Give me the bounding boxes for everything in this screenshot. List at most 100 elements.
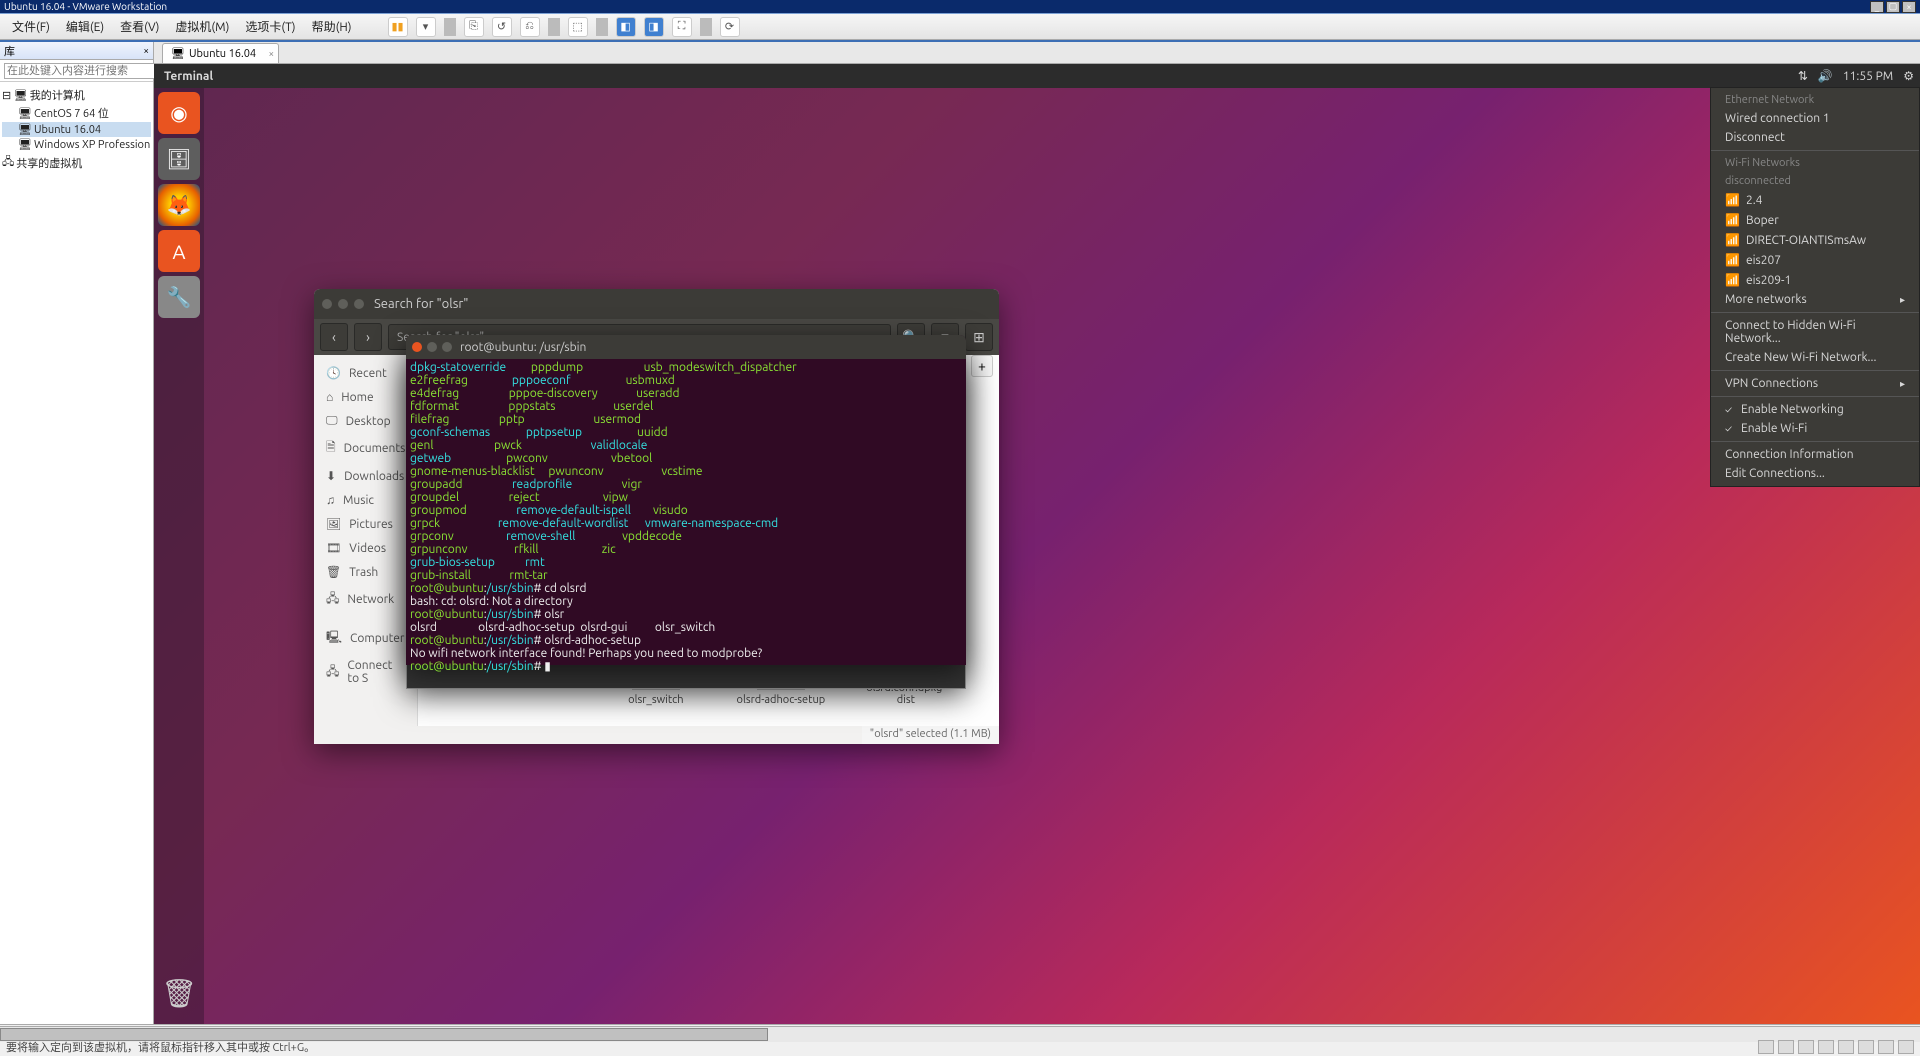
tree-shared[interactable]: 🖧 共享的虚拟机	[2, 152, 151, 173]
window-min-icon[interactable]	[338, 299, 348, 309]
vm-tab[interactable]: 🖥 Ubuntu 16.04×	[162, 43, 279, 63]
music-icon: ♫	[326, 493, 335, 507]
grid-view-icon[interactable]: ⊞	[965, 323, 993, 351]
library-search-input[interactable]	[4, 63, 171, 79]
fit-icon[interactable]: ◧	[616, 17, 636, 37]
menu-file[interactable]: 文件(F)	[6, 16, 56, 37]
desktop-icon: 🖵	[326, 414, 338, 428]
nm-enable-wifi[interactable]: ✓Enable Wi-Fi	[1711, 419, 1919, 438]
sidebar-trash[interactable]: 🗑Trash	[314, 560, 417, 584]
minimize-button[interactable]: _	[1870, 1, 1884, 13]
device-icon[interactable]	[1818, 1040, 1834, 1054]
sidebar-recent[interactable]: 🕓Recent	[314, 361, 417, 385]
clock[interactable]: 11:55 PM	[1843, 70, 1893, 83]
documents-icon: 🗎	[326, 438, 336, 459]
dropdown-icon[interactable]: ▾	[416, 17, 436, 37]
snapshot-icon[interactable]: ⎘	[464, 17, 484, 37]
settings-icon[interactable]: 🔧	[158, 276, 200, 318]
network-indicator-icon[interactable]: ⇅	[1798, 69, 1808, 83]
terminal-window[interactable]: root@ubuntu: /usr/sbin dpkg-statoverride…	[406, 335, 966, 665]
nm-create-new[interactable]: Create New Wi-Fi Network...	[1711, 348, 1919, 367]
sidebar-connect-server[interactable]: 🖧Connect to S	[314, 654, 417, 690]
device-icon[interactable]	[1858, 1040, 1874, 1054]
tree-item[interactable]: 🖥 Ubuntu 16.04	[2, 122, 151, 137]
firefox-icon[interactable]: 🦊	[158, 184, 200, 226]
nm-more-networks[interactable]: More networks▸	[1711, 290, 1919, 309]
file-item[interactable]: olsrd	[983, 636, 999, 706]
window-close-icon[interactable]	[322, 299, 332, 309]
nm-disconnect[interactable]: Disconnect	[1711, 128, 1919, 147]
sidebar-videos[interactable]: 🎞Videos	[314, 536, 417, 560]
sidebar-network[interactable]: 🖧Network	[314, 584, 417, 615]
files-icon[interactable]: 🗄	[158, 138, 200, 180]
menu-vm[interactable]: 虚拟机(M)	[169, 16, 235, 37]
forward-button[interactable]: ›	[354, 323, 382, 351]
sidebar-home[interactable]: ⌂Home	[314, 385, 417, 409]
pause-icon[interactable]: ▮▮	[388, 17, 408, 37]
device-icon[interactable]	[1898, 1040, 1914, 1054]
window-close-icon[interactable]	[412, 342, 422, 352]
ubuntu-desktop[interactable]: Terminal ⇅ 🔊 11:55 PM ⚙ ◉ 🗄 🦊 A 🔧 >_ 🗑 E…	[154, 64, 1920, 1024]
terminal-titlebar[interactable]: root@ubuntu: /usr/sbin	[406, 335, 966, 359]
tree-item[interactable]: 🖥 CentOS 7 64 位	[2, 104, 151, 122]
close-button[interactable]: ×	[1902, 1, 1916, 13]
window-max-icon[interactable]	[354, 299, 364, 309]
vmware-menubar: 文件(F) 编辑(E) 查看(V) 虚拟机(M) 选项卡(T) 帮助(H) ▮▮…	[0, 14, 1920, 40]
unity-launcher: ◉ 🗄 🦊 A 🔧 >_ 🗑	[154, 88, 204, 1024]
wifi-icon: 📶	[1725, 233, 1740, 247]
nm-enable-networking[interactable]: ✓Enable Networking	[1711, 400, 1919, 419]
menu-edit[interactable]: 编辑(E)	[60, 16, 110, 37]
sidebar-computer[interactable]: 🖳Computer	[314, 623, 417, 654]
cycle-icon[interactable]: ⟳	[720, 17, 740, 37]
dash-icon[interactable]: ◉	[158, 92, 200, 134]
network-menu: Ethernet Network Wired connection 1 Disc…	[1710, 87, 1920, 487]
console-icon[interactable]: ◨	[644, 17, 664, 37]
device-icon[interactable]	[1758, 1040, 1774, 1054]
software-icon[interactable]: A	[158, 230, 200, 272]
trash-icon[interactable]: 🗑	[158, 972, 200, 1014]
tree-item[interactable]: 🖥 Windows XP Profession	[2, 137, 151, 152]
nm-vpn[interactable]: VPN Connections▸	[1711, 374, 1919, 393]
chevron-right-icon: ▸	[1900, 378, 1905, 390]
nautilus-titlebar[interactable]: Search for "olsr"	[314, 289, 999, 319]
menu-view[interactable]: 查看(V)	[114, 16, 165, 37]
nm-ssid[interactable]: 📶2.4	[1711, 190, 1919, 210]
unity-icon[interactable]: ⬚	[568, 17, 588, 37]
nm-wired-connection[interactable]: Wired connection 1	[1711, 109, 1919, 128]
volume-icon[interactable]: 🔊	[1818, 69, 1833, 83]
add-button[interactable]: +	[971, 355, 993, 377]
device-icon[interactable]	[1798, 1040, 1814, 1054]
tree-root[interactable]: ⊟ 🖥 我的计算机	[2, 86, 151, 104]
nm-ssid[interactable]: 📶Boper	[1711, 210, 1919, 230]
tab-close-icon[interactable]: ×	[268, 48, 274, 59]
sidebar-music[interactable]: ♫Music	[314, 488, 417, 512]
sidebar-pictures[interactable]: 🖼Pictures	[314, 512, 417, 536]
nm-edit-connections[interactable]: Edit Connections...	[1711, 464, 1919, 483]
menu-tabs[interactable]: 选项卡(T)	[239, 16, 301, 37]
gear-icon[interactable]: ⚙	[1903, 69, 1914, 83]
nm-connect-hidden[interactable]: Connect to Hidden Wi-Fi Network...	[1711, 316, 1919, 348]
check-icon: ✓	[1725, 404, 1735, 415]
library-close-icon[interactable]: ×	[143, 45, 149, 56]
maximize-button[interactable]: ▢	[1886, 1, 1900, 13]
menu-help[interactable]: 帮助(H)	[306, 16, 358, 37]
nm-connection-info[interactable]: Connection Information	[1711, 445, 1919, 464]
fullscreen-icon[interactable]: ⛶	[672, 17, 692, 37]
manage-icon[interactable]: ⎌	[520, 17, 540, 37]
device-icon[interactable]	[1838, 1040, 1854, 1054]
terminal-body[interactable]: dpkg-statoverride pppdump usb_modeswitch…	[406, 359, 966, 675]
back-button[interactable]: ‹	[320, 323, 348, 351]
nm-ssid[interactable]: 📶eis209-1	[1711, 270, 1919, 290]
window-max-icon[interactable]	[442, 342, 452, 352]
sidebar-documents[interactable]: 🗎Documents	[314, 433, 417, 464]
check-icon: ✓	[1725, 423, 1735, 434]
revert-icon[interactable]: ↺	[492, 17, 512, 37]
device-icon[interactable]	[1878, 1040, 1894, 1054]
sidebar-desktop[interactable]: 🖵Desktop	[314, 409, 417, 433]
sidebar-downloads[interactable]: ⬇Downloads	[314, 464, 417, 488]
window-min-icon[interactable]	[427, 342, 437, 352]
nm-ssid[interactable]: 📶eis207	[1711, 250, 1919, 270]
device-icon[interactable]	[1778, 1040, 1794, 1054]
nm-wifi-status: disconnected	[1711, 172, 1919, 190]
nm-ssid[interactable]: 📶DIRECT-OIANTISmsAw	[1711, 230, 1919, 250]
